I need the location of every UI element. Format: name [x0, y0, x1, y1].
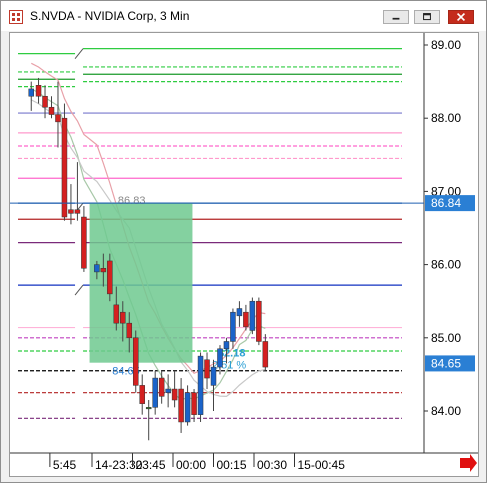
- time-tick-label: 5:45: [53, 458, 77, 472]
- candle[interactable]: [171, 388, 178, 401]
- candle[interactable]: [158, 377, 165, 397]
- candle[interactable]: [249, 300, 256, 331]
- candle[interactable]: [197, 355, 204, 415]
- price-tick-label: 88.00: [431, 111, 461, 125]
- minimize-button[interactable]: [383, 10, 409, 24]
- time-tick-label: 15-00:45: [298, 458, 346, 472]
- candle[interactable]: [178, 388, 184, 423]
- candle[interactable]: [191, 392, 197, 415]
- candle[interactable]: [230, 311, 236, 342]
- price-tick-label: 85.00: [431, 331, 461, 345]
- candle[interactable]: [81, 216, 87, 269]
- minimize-icon: [392, 17, 400, 20]
- level-step: [74, 48, 84, 59]
- candle[interactable]: [223, 341, 230, 350]
- candle[interactable]: [165, 388, 171, 393]
- price-tag-label: 86.84: [431, 196, 461, 210]
- candle[interactable]: [152, 377, 158, 408]
- candle[interactable]: [113, 304, 120, 324]
- candle[interactable]: [184, 392, 191, 423]
- time-tick-label: 23:45: [136, 458, 166, 472]
- window-title: S.NVDA - NVIDIA Corp, 3 Min: [30, 9, 190, 23]
- candle[interactable]: [204, 359, 210, 379]
- time-tick-label: 00:30: [257, 458, 287, 472]
- price-tick-label: 84.00: [431, 404, 461, 418]
- chart-window: S.NVDA - NVIDIA Corp, 3 Min 86.83 84.65 $2…: [0, 0, 487, 483]
- price-tick-label: 89.00: [431, 38, 461, 52]
- arrow-right-icon[interactable]: [460, 454, 477, 472]
- price-tick-label: 86.00: [431, 258, 461, 272]
- maximize-icon: [423, 13, 431, 21]
- candle[interactable]: [120, 311, 126, 324]
- candle[interactable]: [145, 407, 152, 410]
- measure-percent-label: 2.51 %: [212, 360, 246, 372]
- close-icon: [456, 12, 466, 22]
- candle[interactable]: [243, 311, 249, 328]
- candle[interactable]: [217, 348, 223, 368]
- candle[interactable]: [256, 300, 262, 342]
- candle[interactable]: [132, 337, 139, 386]
- candle[interactable]: [94, 264, 100, 273]
- chart-area[interactable]: 86.83 84.65 $2.18 2.51 % 89.00 88.00 87.00 86.…: [9, 32, 479, 477]
- close-button[interactable]: [448, 10, 474, 24]
- candle[interactable]: [107, 260, 113, 295]
- app-grid-icon[interactable]: [9, 10, 23, 24]
- price-tag-label: 84.65: [431, 356, 461, 370]
- title-bar[interactable]: S.NVDA - NVIDIA Corp, 3 Min: [1, 1, 486, 31]
- measure-label-top: 86.83: [118, 195, 146, 207]
- time-tick-label: 00:00: [176, 458, 206, 472]
- candle[interactable]: [42, 95, 48, 108]
- maximize-button[interactable]: [414, 10, 440, 24]
- candle[interactable]: [68, 209, 74, 214]
- candle[interactable]: [100, 268, 107, 273]
- candle[interactable]: [28, 88, 34, 97]
- candle[interactable]: [74, 209, 81, 214]
- measure-box[interactable]: [89, 203, 193, 363]
- candle[interactable]: [139, 385, 145, 404]
- candle[interactable]: [48, 106, 55, 115]
- level-step: [74, 284, 84, 296]
- candle[interactable]: [35, 85, 42, 97]
- price-chart[interactable]: 86.8384.65$2.182.51 % 89.0088.0087.0086.…: [10, 33, 478, 476]
- candle[interactable]: [126, 322, 133, 339]
- candle[interactable]: [262, 341, 269, 368]
- time-tick-label: 00:15: [217, 458, 247, 472]
- candle[interactable]: [61, 117, 68, 218]
- candle[interactable]: [55, 114, 61, 123]
- candle[interactable]: [210, 366, 217, 386]
- candle[interactable]: [236, 308, 243, 317]
